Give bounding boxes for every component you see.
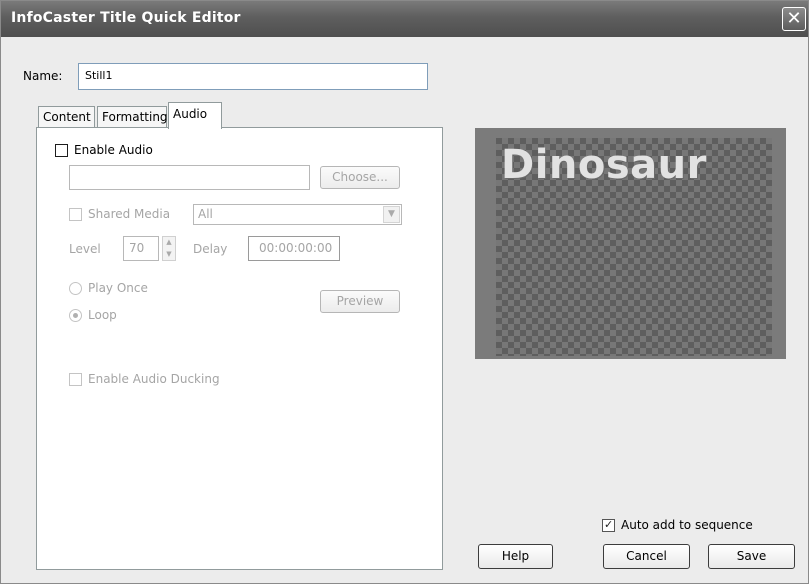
play-once-label: Play Once (88, 281, 148, 295)
shared-media-label: Shared Media (88, 207, 171, 221)
help-button[interactable]: Help (478, 544, 553, 569)
delay-label: Delay (193, 242, 228, 256)
audio-ducking-checkbox[interactable] (69, 373, 82, 386)
enable-audio-checkbox[interactable] (55, 144, 68, 157)
choose-button[interactable]: Choose... (320, 166, 400, 189)
auto-add-label: Auto add to sequence (621, 518, 753, 532)
preview-button[interactable]: Preview (320, 290, 400, 313)
level-input[interactable]: 70 (123, 236, 159, 261)
window-title: InfoCaster Title Quick Editor (11, 10, 241, 26)
preview-title-text: Dinosaur (501, 142, 707, 188)
dialog-window: InfoCaster Title Quick Editor ✕ Name: St… (0, 0, 809, 584)
name-label: Name: (23, 69, 63, 83)
tab-content[interactable]: Content (38, 106, 95, 128)
play-once-radio[interactable] (69, 282, 82, 295)
loop-radio[interactable] (69, 309, 82, 322)
audio-panel: Enable Audio Choose... Shared Media All … (36, 127, 443, 570)
audio-ducking-label: Enable Audio Ducking (88, 372, 220, 386)
stepper-down-icon[interactable]: ▼ (163, 249, 175, 260)
checkmark-icon: ✓ (604, 518, 614, 531)
level-label: Level (69, 242, 101, 256)
title-bar[interactable]: InfoCaster Title Quick Editor ✕ (1, 1, 808, 37)
delay-input[interactable]: 00:00:00:00 (248, 236, 340, 261)
level-value: 70 (129, 241, 145, 255)
radio-selected-dot (73, 313, 78, 318)
enable-audio-label: Enable Audio (74, 143, 153, 157)
tab-formatting[interactable]: Formatting (97, 106, 168, 128)
audio-file-field[interactable] (69, 165, 310, 190)
shared-media-checkbox[interactable] (69, 208, 82, 221)
close-button[interactable]: ✕ (782, 7, 806, 31)
chevron-down-icon[interactable]: ▼ (383, 206, 400, 223)
tab-audio[interactable]: Audio (168, 102, 222, 129)
cancel-button[interactable]: Cancel (603, 544, 690, 569)
auto-add-checkbox[interactable]: ✓ (602, 518, 615, 532)
media-select-value: All (198, 207, 213, 221)
delay-value: 00:00:00:00 (259, 241, 333, 255)
loop-label: Loop (88, 308, 117, 322)
level-stepper[interactable]: ▲ ▼ (162, 236, 176, 261)
name-input[interactable]: Still1 (78, 63, 428, 90)
stepper-up-icon[interactable]: ▲ (163, 237, 175, 248)
media-select[interactable]: All ▼ (193, 204, 402, 225)
save-button[interactable]: Save (708, 544, 795, 569)
close-icon: ✕ (786, 8, 802, 29)
title-preview: Dinosaur (475, 128, 786, 359)
